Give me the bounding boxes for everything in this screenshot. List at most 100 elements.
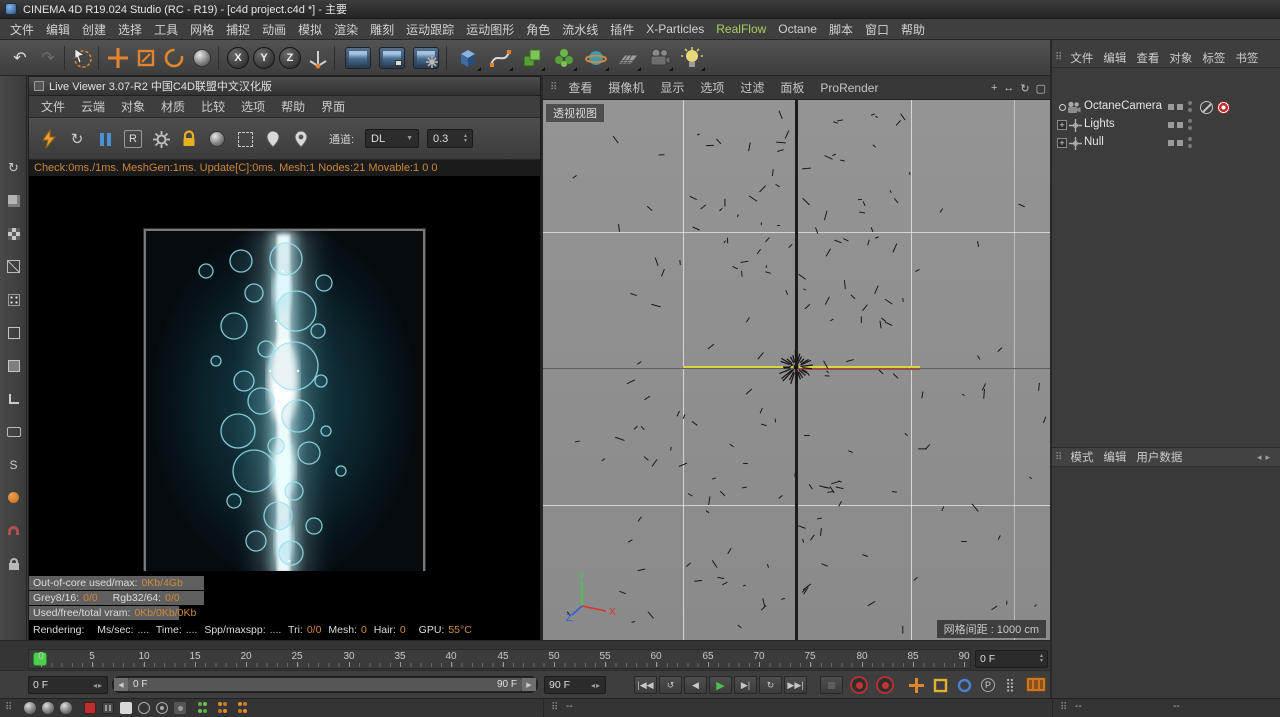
object-label[interactable]: OctaneCamera (1084, 100, 1162, 112)
play-backwards-button[interactable]: ↺ (659, 676, 682, 694)
gray-sphere-icon[interactable] (42, 702, 54, 714)
layer-toggle-icon[interactable] (1177, 104, 1183, 110)
menu-animate[interactable]: 动画 (256, 21, 292, 38)
channel-dropdown[interactable]: DL▼ (365, 129, 419, 148)
render-settings-icon[interactable] (410, 44, 442, 72)
layer-toggle-icon[interactable] (1168, 122, 1174, 128)
model-mode-icon[interactable] (2, 189, 25, 212)
render-sphere-icon[interactable] (205, 127, 229, 151)
range-start-handle[interactable]: ◀ (114, 678, 128, 691)
edges-mode-icon[interactable] (2, 321, 25, 344)
lv-menu-compare[interactable]: 比较 (193, 98, 233, 115)
simulation-icon[interactable] (582, 44, 610, 72)
range-end-handle[interactable]: ▶ (522, 678, 536, 691)
lv-menu-interface[interactable]: 界面 (313, 98, 353, 115)
viewport-pan-icon[interactable]: + (991, 82, 997, 94)
expand-icon[interactable]: + (1057, 120, 1067, 130)
lv-menu-objects[interactable]: 对象 (113, 98, 153, 115)
menu-sculpt[interactable]: 雕刻 (364, 21, 400, 38)
object-row-lights[interactable]: + Lights (1054, 117, 1276, 134)
polygons-mode-icon[interactable] (2, 354, 25, 377)
menu-window[interactable]: 窗口 (859, 21, 895, 38)
mograph-cloner-icon[interactable] (518, 44, 546, 72)
next-frame-button[interactable]: ▶| (734, 676, 757, 694)
render-visibility-dot[interactable] (1188, 126, 1192, 130)
menu-tools[interactable]: 工具 (148, 21, 184, 38)
menu-mograph[interactable]: 运动图形 (460, 21, 520, 38)
light-icon[interactable] (678, 44, 706, 72)
panel-grip-icon[interactable]: ⠿ (547, 82, 560, 93)
layer-toggle-icon[interactable] (1177, 122, 1183, 128)
scale-tool-icon[interactable] (132, 44, 160, 72)
paint-icon[interactable] (2, 486, 25, 509)
coordinate-system-icon[interactable] (304, 44, 332, 72)
om-menu-tags[interactable]: 标签 (1197, 50, 1230, 66)
octane-camera-tag-icon[interactable] (1217, 101, 1230, 114)
lv-menu-cloud[interactable]: 云端 (73, 98, 113, 115)
loop-button[interactable]: ↻ (759, 676, 782, 694)
pick-material-icon[interactable] (261, 127, 285, 151)
lv-menu-options[interactable]: 选项 (233, 98, 273, 115)
panel-grip-icon[interactable]: ⠿ (1057, 702, 1070, 713)
floor-icon[interactable] (614, 44, 642, 72)
menu-character[interactable]: 角色 (520, 21, 556, 38)
goto-start-button[interactable]: |◀◀ (634, 676, 657, 694)
viewport-maximize-icon[interactable]: ▢ (1036, 82, 1046, 95)
lock-resolution-icon[interactable] (177, 127, 201, 151)
attribute-manager-body[interactable] (1052, 467, 1280, 698)
pick-object-icon[interactable] (289, 127, 313, 151)
render-view-icon[interactable] (342, 44, 374, 72)
render-view-area[interactable] (29, 176, 540, 571)
editor-visibility-dot[interactable] (1188, 119, 1192, 123)
timeline-ruler[interactable]: 0 5 10 15 20 25 30 35 40 45 50 55 60 65 … (28, 649, 971, 669)
lock-workplane-icon[interactable] (2, 552, 25, 575)
menu-edit[interactable]: 编辑 (40, 21, 76, 38)
record-scale-toggle[interactable] (930, 676, 950, 694)
current-frame-field[interactable]: 0 F◂▸ (28, 676, 108, 694)
sample-spinner[interactable]: 0.3▴▾ (427, 129, 473, 148)
object-row-null[interactable]: + Null (1054, 135, 1276, 152)
panel-grip-icon[interactable]: ⠿ (1052, 52, 1065, 63)
viewport-canvas[interactable]: 透视视图 网格间距 : 1000 cm Y X Z (543, 100, 1050, 640)
editor-visibility-dot[interactable] (1188, 137, 1192, 141)
menu-snap[interactable]: 捕捉 (220, 21, 256, 38)
record-rotation-toggle[interactable] (954, 676, 974, 694)
menu-select[interactable]: 选择 (112, 21, 148, 38)
record-icon[interactable] (84, 702, 96, 714)
vp-menu-options[interactable]: 选项 (692, 79, 732, 96)
render-picture-viewer-icon[interactable] (376, 44, 408, 72)
menu-xparticles[interactable]: X-Particles (640, 22, 710, 36)
vp-menu-filter[interactable]: 过滤 (732, 79, 772, 96)
vp-menu-cameras[interactable]: 摄像机 (600, 79, 652, 96)
history-arrows-icon[interactable]: ◂▸ (1257, 452, 1274, 463)
layer-toggle-icon[interactable] (1177, 140, 1183, 146)
target-icon[interactable] (156, 702, 168, 714)
menu-motion-tracker[interactable]: 运动跟踪 (400, 21, 460, 38)
settings-gear-icon[interactable] (149, 127, 173, 151)
z-axis-lock-icon[interactable]: Z (276, 44, 304, 72)
camera-small-icon[interactable] (174, 702, 186, 714)
om-menu-bookmarks[interactable]: 书签 (1230, 50, 1263, 66)
restart-render-icon[interactable]: ↻ (65, 127, 89, 151)
redo-icon[interactable]: ↷ (34, 44, 62, 72)
record-keyframe-button[interactable] (850, 676, 868, 694)
magnet-icon[interactable] (2, 519, 25, 542)
camera-toggle-icon[interactable] (1059, 104, 1066, 111)
object-label[interactable]: Null (1084, 136, 1104, 148)
am-menu-mode[interactable]: 模式 (1065, 449, 1098, 465)
preview-range-slider[interactable]: ◀ ▶ 0 F 90 F (112, 676, 538, 693)
menu-plugins[interactable]: 插件 (604, 21, 640, 38)
panel-grip-icon[interactable]: ⠿ (1052, 452, 1065, 463)
menu-create[interactable]: 创建 (76, 21, 112, 38)
make-editable-icon[interactable]: ↻ (2, 156, 25, 179)
y-axis-lock-icon[interactable]: Y (250, 44, 278, 72)
panel-grip-icon[interactable]: ⠿ (2, 702, 15, 713)
enable-axis-icon[interactable] (2, 387, 25, 410)
camera-icon[interactable] (646, 44, 674, 72)
lv-menu-materials[interactable]: 材质 (153, 98, 193, 115)
live-viewer-titlebar[interactable]: Live Viewer 3.07-R2 中国C4D联盟中文汉化版 (29, 77, 540, 96)
viewport-zoom-icon[interactable]: ↔ (1003, 82, 1014, 94)
timeline-window-icon[interactable] (1026, 677, 1046, 692)
layer-toggle-icon[interactable] (1168, 140, 1174, 146)
vp-menu-display[interactable]: 显示 (652, 79, 692, 96)
